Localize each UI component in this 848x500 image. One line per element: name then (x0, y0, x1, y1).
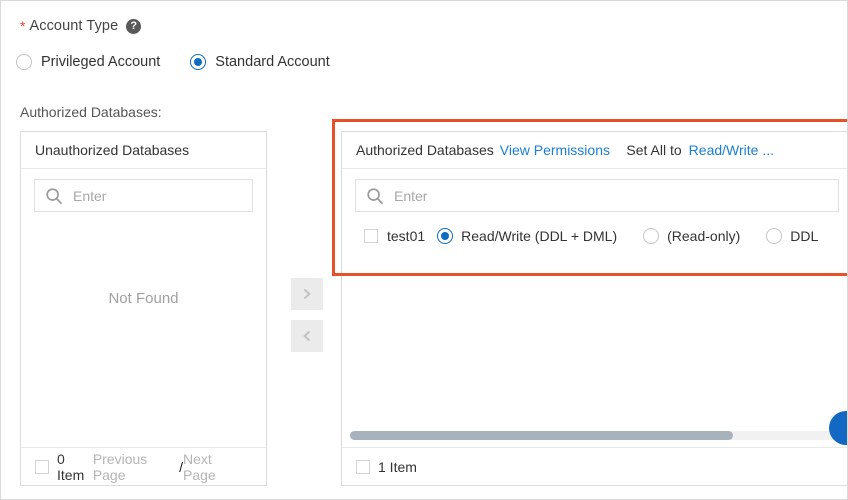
radio-label: Standard Account (215, 54, 330, 70)
chevron-left-icon (300, 329, 314, 343)
move-right-button[interactable] (291, 278, 323, 310)
right-panel-title: Authorized Databases (356, 142, 494, 158)
right-select-all[interactable]: 1 Item (356, 459, 417, 475)
pager: Previous Page / Next Page (93, 451, 252, 483)
account-type-label-row: * Account Type ? (20, 15, 142, 37)
set-all-label: Set All to (626, 142, 682, 158)
question-mark-circle-icon[interactable]: ? (126, 18, 142, 34)
left-select-all[interactable]: 0 Item (35, 451, 93, 483)
left-search-wrap (21, 169, 266, 212)
search-input[interactable] (73, 187, 254, 204)
search-icon (45, 187, 63, 205)
account-type-radio-group: Privileged Account Standard Account (16, 54, 360, 70)
right-item-count: 1 Item (378, 458, 417, 475)
checkbox-unchecked (35, 459, 49, 474)
horizontal-scrollbar[interactable] (350, 431, 847, 440)
authorized-databases-panel: Authorized Databases View Permissions Se… (341, 131, 847, 486)
radio-indicator-selected (437, 228, 454, 244)
radio-indicator-unselected (643, 228, 660, 244)
left-search-box[interactable] (34, 179, 254, 212)
right-panel-footer: 1 Item (342, 447, 847, 485)
radio-label: Privileged Account (41, 54, 161, 70)
radio-privileged-account[interactable]: Privileged Account (16, 54, 160, 70)
required-marker: * (20, 18, 26, 34)
database-name: test01 (387, 228, 426, 244)
radio-standard-account[interactable]: Standard Account (190, 54, 330, 70)
unauthorized-databases-panel: Unauthorized Databases Not Found 0 Item (20, 131, 267, 486)
right-search-wrap (342, 169, 847, 212)
page-title: Account Type (29, 18, 119, 34)
left-panel-title: Unauthorized Databases (35, 142, 190, 158)
table-row: test01 Read/Write (DDL + DML) (Read-only… (342, 221, 847, 251)
right-panel-header: Authorized Databases View Permissions Se… (342, 132, 847, 169)
radio-indicator-unselected (16, 54, 32, 70)
authorized-database-list: test01 Read/Write (DDL + DML) (Read-only… (342, 212, 847, 251)
move-left-button[interactable] (291, 320, 323, 352)
view-permissions-link[interactable]: View Permissions (500, 142, 610, 158)
left-panel-header: Unauthorized Databases (21, 132, 266, 169)
chevron-right-icon (300, 287, 314, 301)
transfer-buttons (291, 278, 323, 362)
left-item-count: 0 Item (57, 450, 85, 483)
search-input[interactable] (394, 187, 828, 204)
previous-page-button[interactable]: Previous Page (93, 451, 179, 483)
set-all-value-link[interactable]: Read/Write ... (689, 142, 774, 158)
right-search-box[interactable] (355, 179, 839, 212)
radio-indicator-selected (190, 54, 207, 70)
permission-ddl[interactable]: DDL (766, 228, 818, 244)
page-root: * Account Type ? Privileged Account Stan… (0, 0, 848, 500)
permission-label: (Read-only) (667, 228, 741, 244)
permission-read-only[interactable]: (Read-only) (643, 228, 740, 244)
search-icon (366, 187, 384, 205)
permission-read-write[interactable]: Read/Write (DDL + DML) (437, 228, 617, 244)
radio-indicator-unselected (766, 228, 783, 244)
permission-label: DDL (790, 228, 819, 244)
set-all-group: Set All to Read/Write ... (626, 142, 836, 158)
checkbox-unchecked (356, 459, 370, 474)
row-checkbox[interactable] (364, 229, 378, 243)
left-panel-empty-message: Not Found (108, 290, 179, 307)
left-panel-footer: 0 Item Previous Page / Next Page (21, 447, 266, 485)
next-page-button[interactable]: Next Page (183, 451, 245, 483)
authorized-databases-caption: Authorized Databases: (20, 104, 162, 120)
scrollbar-thumb[interactable] (350, 431, 734, 440)
permission-label: Read/Write (DDL + DML) (461, 228, 618, 244)
